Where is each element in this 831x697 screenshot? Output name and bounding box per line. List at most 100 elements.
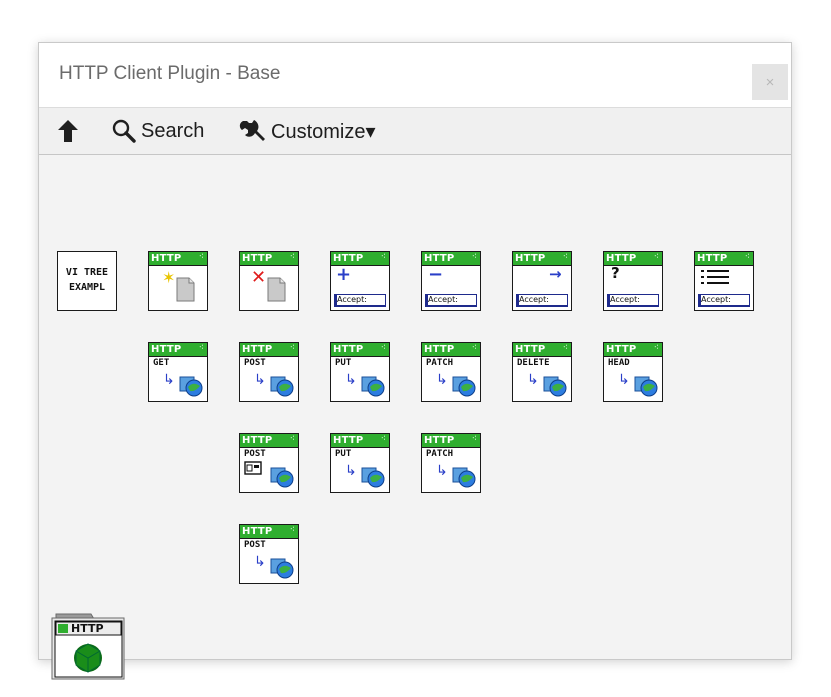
vi-header-label: HTTP xyxy=(606,253,637,264)
return-arrow-icon: ↳ xyxy=(345,463,357,479)
accept-label: Accept: xyxy=(698,294,750,307)
new-document-icon xyxy=(176,277,195,302)
method-label: GET xyxy=(153,358,170,368)
vi-header-label: HTTP xyxy=(151,344,182,355)
method-label: POST xyxy=(244,540,266,550)
plugin-dots-icon: ⁖ xyxy=(380,252,386,262)
accept-label: Accept: xyxy=(516,294,568,307)
delete-vi[interactable]: HTTP ⁖ DELETE ↳ xyxy=(512,342,572,402)
plugin-dots-icon: ⁖ xyxy=(289,434,295,444)
vi-header-label: HTTP xyxy=(242,435,273,446)
globe-icon xyxy=(452,376,476,397)
vi-header-label: HTTP xyxy=(242,253,273,264)
search-icon xyxy=(112,119,136,143)
vi-header-label: HTTP xyxy=(515,344,546,355)
return-arrow-icon: ↳ xyxy=(163,372,175,388)
palette-window: HTTP Client Plugin - Base × Search Custo… xyxy=(38,42,792,680)
method-label: POST xyxy=(244,358,266,368)
close-icon: × xyxy=(765,73,775,91)
get-vi[interactable]: HTTP ⁖ GET ↳ xyxy=(148,342,208,402)
accept-label: Accept: xyxy=(425,294,477,307)
method-label: PATCH xyxy=(426,358,454,368)
plugin-dots-icon: ⁖ xyxy=(471,434,477,444)
vi-header-label: HTTP xyxy=(424,344,455,355)
patch-vi[interactable]: HTTP ⁖ PATCH ↳ xyxy=(421,342,481,402)
sparkle-icon: ✶ xyxy=(162,268,176,287)
globe-icon xyxy=(270,558,294,579)
plugin-dots-icon: ⁖ xyxy=(198,252,204,262)
plugin-dots-icon: ⁖ xyxy=(471,252,477,262)
vi-header-label: HTTP xyxy=(515,253,546,264)
form-icon xyxy=(244,461,262,475)
accept-label: Accept: xyxy=(607,294,659,307)
vi-header-label: HTTP xyxy=(606,344,637,355)
library-label: HTTP xyxy=(71,622,104,635)
plugin-dots-icon: ⁖ xyxy=(289,252,295,262)
remove-header-vi[interactable]: HTTP ⁖ − Accept: xyxy=(421,251,481,311)
return-arrow-icon: ↳ xyxy=(527,372,539,388)
minus-icon: − xyxy=(428,264,444,285)
return-arrow-icon: ↳ xyxy=(436,372,448,388)
vi-header-label: HTTP xyxy=(333,344,364,355)
vi-tree-line1: VI TREE xyxy=(65,267,109,278)
globe-icon xyxy=(270,376,294,397)
vi-header-label: HTTP xyxy=(333,435,364,446)
globe-icon xyxy=(452,467,476,488)
method-label: HEAD xyxy=(608,358,630,368)
wrench-icon xyxy=(239,120,265,141)
http-library-subpalette[interactable]: HTTP xyxy=(51,611,126,681)
plus-icon: + xyxy=(336,264,352,285)
close-handle-vi[interactable]: HTTP ⁖ ✕ xyxy=(239,251,299,311)
vi-header-label: HTTP xyxy=(697,253,728,264)
customize-button[interactable]: Customize▾ xyxy=(237,108,376,154)
window-title: HTTP Client Plugin - Base xyxy=(59,63,281,84)
vi-header-label: HTTP xyxy=(333,253,364,264)
plugin-dots-icon: ⁖ xyxy=(562,252,568,262)
globe-icon xyxy=(361,376,385,397)
delete-x-icon: ✕ xyxy=(251,267,267,288)
vi-header-label: HTTP xyxy=(151,253,182,264)
post-vi[interactable]: HTTP ⁖ POST ↳ xyxy=(239,342,299,402)
return-arrow-icon: ↳ xyxy=(618,372,630,388)
up-arrow-icon xyxy=(58,120,78,142)
close-button[interactable]: × xyxy=(752,64,788,100)
customize-label: Customize▾ xyxy=(271,120,376,143)
plugin-dots-icon: ⁖ xyxy=(289,343,295,353)
vi-header-label: HTTP xyxy=(424,253,455,264)
method-label: PUT xyxy=(335,449,352,459)
globe-icon xyxy=(270,467,294,488)
vi-tree-line2: EXAMPL xyxy=(68,282,106,293)
up-button[interactable] xyxy=(57,108,79,154)
open-handle-vi[interactable]: HTTP ⁖ ✶ xyxy=(148,251,208,311)
globe-icon xyxy=(634,376,658,397)
patch-buffer-vi[interactable]: HTTP ⁖ PATCH ↳ xyxy=(421,433,481,493)
method-label: PATCH xyxy=(426,449,454,459)
method-label: PUT xyxy=(335,358,352,368)
return-arrow-icon: ↳ xyxy=(254,372,266,388)
toolbar: Search Customize▾ xyxy=(39,107,791,155)
question-mark-icon: ? xyxy=(611,264,620,282)
header-exists-vi[interactable]: HTTP ⁖ ? Accept: xyxy=(603,251,663,311)
get-header-vi[interactable]: HTTP ⁖ → Accept: xyxy=(512,251,572,311)
return-arrow-icon: ↳ xyxy=(254,554,266,570)
globe-icon xyxy=(361,467,385,488)
palette-content: VI TREE EXAMPL HTTP ⁖ ✶ HTTP ⁖ ✕ HTTP ⁖ + A… xyxy=(39,154,791,680)
title-bar: HTTP Client Plugin - Base × xyxy=(39,43,791,107)
plugin-dots-icon: ⁖ xyxy=(744,252,750,262)
search-button[interactable]: Search xyxy=(111,108,204,154)
put-buffer-vi[interactable]: HTTP ⁖ PUT ↳ xyxy=(330,433,390,493)
globe-icon xyxy=(179,376,203,397)
plugin-dots-icon: ⁖ xyxy=(471,343,477,353)
put-vi[interactable]: HTTP ⁖ PUT ↳ xyxy=(330,342,390,402)
plugin-dots-icon: ⁖ xyxy=(198,343,204,353)
vi-tree-example[interactable]: VI TREE EXAMPL xyxy=(57,251,117,311)
plugin-dots-icon: ⁖ xyxy=(380,343,386,353)
list-headers-vi[interactable]: HTTP ⁖ Accept: xyxy=(694,251,754,311)
vi-header-label: HTTP xyxy=(424,435,455,446)
head-vi[interactable]: HTTP ⁖ HEAD ↳ xyxy=(603,342,663,402)
post-buffer-vi[interactable]: HTTP ⁖ POST ↳ xyxy=(239,524,299,584)
list-icon xyxy=(701,270,729,284)
add-header-vi[interactable]: HTTP ⁖ + Accept: xyxy=(330,251,390,311)
post-multipart-vi[interactable]: HTTP ⁖ POST xyxy=(239,433,299,493)
plugin-dots-icon: ⁖ xyxy=(653,252,659,262)
